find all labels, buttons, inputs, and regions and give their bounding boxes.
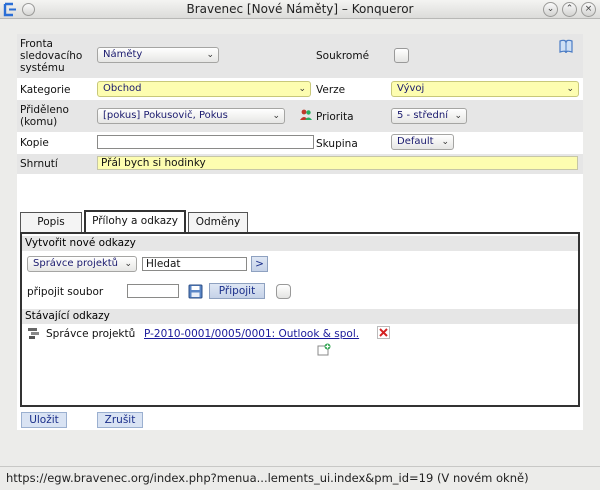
assigned-select[interactable]: [pokus] Pokusovič, Pokus ⌄ xyxy=(97,108,285,124)
tab-description[interactable]: Popis xyxy=(20,212,82,232)
chevron-down-icon: ⌄ xyxy=(298,84,306,94)
priority-select[interactable]: 5 - střední ⌄ xyxy=(391,108,467,124)
attach-file-input[interactable] xyxy=(127,284,179,298)
attach-option-checkbox[interactable] xyxy=(276,284,291,299)
version-label: Verze xyxy=(316,84,346,96)
chevron-down-icon: ⌄ xyxy=(272,111,280,121)
summary-input[interactable]: Přál bych si hodinky xyxy=(97,156,578,170)
chevron-down-icon: ⌄ xyxy=(124,259,132,269)
status-bar: https://egw.bravenec.org/index.php?menua… xyxy=(0,466,600,490)
private-checkbox[interactable] xyxy=(394,48,409,63)
category-row: Kategorie Obchod ⌄ Verze Vývoj ⌄ xyxy=(17,78,583,100)
assigned-row: Přiděleno (komu) [pokus] Pokusovič, Poku… xyxy=(17,100,583,132)
queue-row: Fronta sledovacího systému Náměty ⌄ Souk… xyxy=(17,34,583,78)
version-select-value: Vývoj xyxy=(397,83,425,94)
window-title: Bravenec [Nové Náměty] – Konqueror xyxy=(186,2,414,16)
summary-label: Shrnutí xyxy=(20,158,58,170)
priority-label: Priorita xyxy=(316,111,354,123)
links-panel: Vytvořit nové odkazy Správce projektů ⌄ … xyxy=(20,232,580,407)
copy-row: Kopie Skupina Default ⌄ xyxy=(17,132,583,154)
link-app-select[interactable]: Správce projektů ⌄ xyxy=(27,256,137,272)
minimize-button[interactable]: ⌄ xyxy=(543,2,558,17)
existing-links-header: Stávající odkazy xyxy=(22,309,578,324)
project-icon xyxy=(28,328,39,339)
assigned-label: Přiděleno (komu) xyxy=(20,104,69,128)
attach-button[interactable]: Připojit xyxy=(209,283,265,299)
existing-link-app: Správce projektů xyxy=(46,328,136,340)
category-select[interactable]: Obchod ⌄ xyxy=(97,81,311,97)
assigned-select-value: [pokus] Pokusovič, Pokus xyxy=(103,110,228,121)
save-disk-icon[interactable] xyxy=(188,284,203,299)
chevron-down-icon: ⌄ xyxy=(206,50,214,60)
existing-link[interactable]: P-2010-0001/0005/0001: Outlook & spol. xyxy=(144,328,359,340)
add-comment-icon[interactable] xyxy=(317,343,331,357)
link-search-go-button[interactable]: > xyxy=(251,256,268,272)
group-label: Skupina xyxy=(316,138,358,150)
tracker-form: Fronta sledovacího systému Náměty ⌄ Souk… xyxy=(17,34,583,430)
version-select[interactable]: Vývoj ⌄ xyxy=(391,81,579,97)
priority-select-value: 5 - střední xyxy=(397,110,448,121)
queue-select-value: Náměty xyxy=(103,49,143,60)
delete-icon[interactable] xyxy=(377,326,390,339)
book-icon[interactable] xyxy=(557,37,575,55)
group-select-value: Default xyxy=(397,136,434,147)
maximize-button[interactable]: ⌃ xyxy=(562,2,577,17)
summary-row: Shrnutí Přál bych si hodinky xyxy=(17,154,583,174)
attach-file-label: připojit soubor xyxy=(27,286,104,298)
link-search-input[interactable]: Hledat xyxy=(142,257,247,271)
chevron-down-icon: ⌄ xyxy=(454,111,462,121)
window-titlebar: Bravenec [Nové Náměty] – Konqueror ⌄ ⌃ × xyxy=(0,0,600,19)
cancel-button[interactable]: Zrušit xyxy=(97,412,143,428)
category-label: Kategorie xyxy=(20,84,71,96)
link-app-select-value: Správce projektů xyxy=(33,258,119,269)
tab-attachments-links[interactable]: Přílohy a odkazy xyxy=(84,210,186,232)
queue-select[interactable]: Náměty ⌄ xyxy=(97,47,219,63)
copy-input[interactable] xyxy=(97,135,314,149)
chevron-down-icon: ⌄ xyxy=(566,84,574,94)
group-select[interactable]: Default ⌄ xyxy=(391,134,454,150)
private-label: Soukromé xyxy=(316,50,370,62)
category-select-value: Obchod xyxy=(103,83,142,94)
close-button[interactable]: × xyxy=(581,2,596,17)
save-button[interactable]: Uložit xyxy=(21,412,67,428)
copy-label: Kopie xyxy=(20,137,49,149)
create-links-header: Vytvořit nové odkazy xyxy=(22,236,578,251)
chevron-down-icon: ⌄ xyxy=(441,137,449,147)
queue-label: Fronta sledovacího systému xyxy=(20,38,83,74)
tab-rewards[interactable]: Odměny xyxy=(188,212,248,232)
user-group-icon[interactable] xyxy=(299,108,313,122)
